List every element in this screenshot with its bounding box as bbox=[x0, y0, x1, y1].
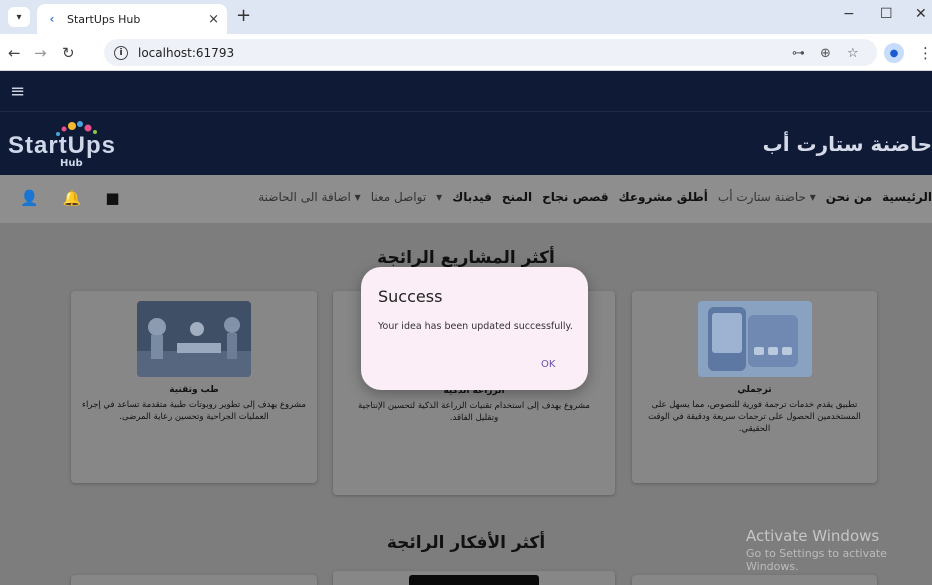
ok-button[interactable]: OK bbox=[533, 355, 563, 374]
dialog-message: Your idea has been updated successfully. bbox=[378, 321, 573, 332]
tab-title: StartUps Hub bbox=[67, 12, 141, 26]
menu-item-contact[interactable]: تواصل معنا bbox=[371, 190, 426, 204]
tab-close-button[interactable]: × bbox=[208, 12, 219, 27]
card-image bbox=[698, 301, 812, 377]
maximize-button[interactable]: ☐ bbox=[880, 6, 893, 22]
address-bar[interactable]: i localhost:61793 ⊶ ⊕ ☆ bbox=[104, 39, 877, 66]
password-key-icon[interactable]: ⊶ bbox=[792, 46, 805, 61]
dialog-title: Success bbox=[378, 287, 443, 306]
chat-icon[interactable]: ■ bbox=[105, 189, 119, 207]
browser-tabstrip: ▾ ‹ StartUps Hub × + − ☐ ✕ bbox=[0, 0, 932, 34]
back-icon[interactable]: ← bbox=[8, 44, 21, 62]
menu-item-grants[interactable]: المنح bbox=[502, 190, 532, 204]
main-menu-bar: 👤 🔔 ■ الرئيسية من نحن ▾ حاضنة ستارت أب أ… bbox=[0, 175, 932, 223]
site-brand-bar: StartUps Hub حاضنة ستارت أب bbox=[0, 111, 932, 175]
browser-toolbar: ← → ↻ i localhost:61793 ⊶ ⊕ ☆ bbox=[0, 34, 932, 71]
close-window-button[interactable]: ✕ bbox=[915, 6, 927, 22]
site-info-icon[interactable]: i bbox=[114, 45, 128, 60]
menu-item-about[interactable]: من نحن bbox=[826, 190, 872, 204]
idea-card-image bbox=[409, 575, 539, 585]
brand-title: حاضنة ستارت أب bbox=[762, 132, 932, 156]
menu-item-home[interactable]: الرئيسية bbox=[882, 190, 932, 204]
menu-item-launch[interactable]: أطلق مشروعك bbox=[619, 190, 708, 204]
menu-dropdown-chevron-icon[interactable]: ▾ bbox=[436, 190, 442, 204]
logo-text[interactable]: StartUps bbox=[8, 132, 116, 160]
section-title-projects: أكثر المشاريع الرائجة bbox=[377, 248, 555, 268]
logo-subtext: Hub bbox=[60, 158, 83, 169]
menu-item-add[interactable]: ▾ اضافة الى الحاضنة bbox=[258, 190, 360, 204]
card-description: مشروع يهدف إلى تطوير روبوتات طبية متقدمة… bbox=[82, 400, 306, 422]
forward-icon[interactable]: → bbox=[34, 44, 47, 62]
flutter-favicon-icon: ‹ bbox=[49, 12, 55, 26]
reload-icon[interactable]: ↻ bbox=[62, 44, 75, 62]
hamburger-menu-icon[interactable]: ≡ bbox=[10, 81, 25, 102]
zoom-icon[interactable]: ⊕ bbox=[820, 46, 831, 61]
card-title: ترجملي bbox=[737, 385, 772, 395]
card-description: مشروع يهدف إلى استخدام تقنيات الزراعة ال… bbox=[358, 401, 590, 423]
menu-item-success[interactable]: قصص نجاح bbox=[542, 190, 609, 204]
url-text: localhost:61793 bbox=[138, 45, 235, 60]
browser-tab[interactable]: ‹ StartUps Hub × bbox=[37, 4, 227, 34]
card-image bbox=[137, 301, 251, 377]
tab-search-button[interactable]: ▾ bbox=[8, 7, 30, 27]
site-topbar: ≡ bbox=[0, 71, 932, 111]
person-icon[interactable]: 👤 bbox=[20, 189, 39, 207]
medical-robot-icon bbox=[137, 301, 251, 377]
bookmark-star-icon[interactable]: ☆ bbox=[847, 46, 859, 61]
success-dialog: Success Your idea has been updated succe… bbox=[361, 267, 588, 390]
new-tab-button[interactable]: + bbox=[236, 5, 251, 26]
menu-item-feedback[interactable]: فيدباك bbox=[452, 190, 492, 204]
card-description: تطبيق يقدم خدمات ترجمة فورية للنصوص، مما… bbox=[648, 400, 861, 434]
idea-card[interactable] bbox=[333, 571, 615, 585]
notification-icon[interactable]: 🔔 bbox=[63, 189, 82, 207]
windows-watermark-title: Activate Windows bbox=[746, 527, 880, 545]
browser-menu-icon[interactable]: ⋮ bbox=[918, 44, 932, 62]
idea-card[interactable] bbox=[632, 575, 877, 585]
windows-watermark-subtitle: Go to Settings to activate Windows. bbox=[746, 547, 887, 573]
project-card[interactable]: ترجملي تطبيق يقدم خدمات ترجمة فورية للنص… bbox=[632, 291, 877, 483]
profile-avatar-icon[interactable]: ● bbox=[884, 43, 904, 63]
idea-card[interactable] bbox=[71, 575, 317, 585]
menu-items: الرئيسية من نحن ▾ حاضنة ستارت أب أطلق مش… bbox=[258, 190, 932, 204]
phone-translate-icon bbox=[698, 301, 812, 377]
minimize-button[interactable]: − bbox=[843, 6, 855, 22]
card-title: طب وتقنية bbox=[169, 385, 219, 395]
project-card[interactable]: طب وتقنية مشروع يهدف إلى تطوير روبوتات ط… bbox=[71, 291, 317, 483]
menu-item-incubator[interactable]: ▾ حاضنة ستارت أب bbox=[718, 190, 816, 204]
